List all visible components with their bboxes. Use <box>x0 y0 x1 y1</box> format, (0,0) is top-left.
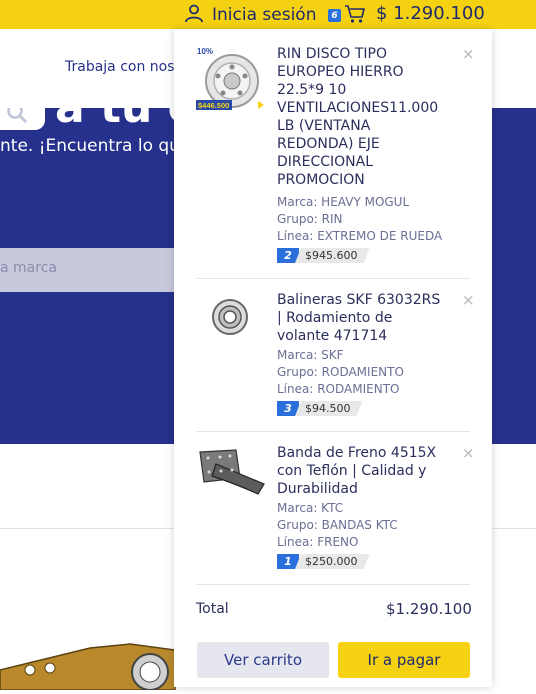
item-brand: Marca: HEAVY MOGUL <box>277 195 410 209</box>
remove-item-button[interactable]: × <box>462 291 475 309</box>
hero-search-chip[interactable] <box>0 108 45 130</box>
rim-image[interactable]: 10% $446.500 <box>196 45 268 121</box>
promo-price-label: $446.500 <box>198 101 229 110</box>
user-icon <box>184 3 204 27</box>
remove-item-button[interactable]: × <box>462 45 475 63</box>
promo-discount-label: 10% <box>197 47 213 56</box>
cart-item: Banda de Freno 4515X con Teflón | Calida… <box>196 444 475 572</box>
item-title[interactable]: Balineras SKF 63032RS | Rodamiento de vo… <box>277 291 445 345</box>
qty-price-row: 2 $945.600 <box>277 248 370 263</box>
item-brand: Marca: SKF <box>277 348 344 362</box>
total-value: $1.290.100 <box>386 600 472 618</box>
item-brand: Marca: KTC <box>277 501 344 515</box>
brake-band-image[interactable] <box>196 444 268 502</box>
slack-adjuster-image <box>0 630 180 694</box>
item-price: $250.000 <box>295 554 370 569</box>
item-title[interactable]: RIN DISCO TIPO EUROPEO HIERRO 22.5*9 10 … <box>277 45 445 189</box>
item-group: Grupo: BANDAS KTC <box>277 518 398 532</box>
cart-icon <box>344 3 366 29</box>
remove-item-button[interactable]: × <box>462 444 475 462</box>
cart-total-amount: $ 1.290.100 <box>376 3 485 24</box>
qty-price-row: 3 $94.500 <box>277 401 363 416</box>
login-label: Inicia sesión <box>212 5 317 25</box>
item-price: $945.600 <box>295 248 370 263</box>
divider <box>196 431 470 432</box>
login-link[interactable]: Inicia sesión <box>184 3 316 27</box>
total-label: Total <box>196 601 229 617</box>
bearing-image[interactable] <box>196 291 268 349</box>
divider <box>196 278 470 279</box>
item-group: Grupo: RODAMIENTO <box>277 365 404 379</box>
item-quantity: 3 <box>277 401 299 416</box>
search-icon <box>4 108 30 130</box>
cart-dropdown: 10% $446.500 RIN DISCO TIPO EUROPEO HIER… <box>174 29 492 687</box>
cart-item: Balineras SKF 63032RS | Rodamiento de vo… <box>196 291 475 417</box>
hero-search-placeholder: a marca <box>0 260 57 276</box>
item-line: Línea: RODAMIENTO <box>277 382 400 396</box>
item-group: Grupo: RIN <box>277 212 343 226</box>
cart-item: 10% $446.500 RIN DISCO TIPO EUROPEO HIER… <box>196 45 475 277</box>
view-cart-button[interactable]: Ver carrito <box>197 642 329 678</box>
qty-price-row: 1 $250.000 <box>277 554 370 569</box>
item-line: Línea: FRENO <box>277 535 359 549</box>
hero-search-input[interactable]: a marca <box>0 248 200 292</box>
divider <box>196 584 470 585</box>
checkout-button[interactable]: Ir a pagar <box>338 642 470 678</box>
nav-link-trabaja[interactable]: Trabaja con noso <box>65 59 183 75</box>
item-price: $94.500 <box>295 401 363 416</box>
cart-count-badge: 6 <box>328 9 341 22</box>
item-quantity: 1 <box>277 554 299 569</box>
top-bar: Inicia sesión 6 $ 1.290.100 <box>0 0 536 29</box>
item-line: Línea: EXTREMO DE RUEDA <box>277 229 443 243</box>
hero-subtitle: nte. ¡Encuentra lo que <box>0 136 191 156</box>
item-quantity: 2 <box>277 248 299 263</box>
item-title[interactable]: Banda de Freno 4515X con Teflón | Calida… <box>277 444 445 498</box>
